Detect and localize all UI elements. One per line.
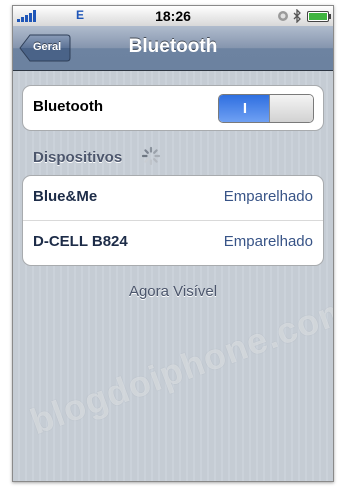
devices-list: Blue&Me Emparelhado D-CELL B824 Emparelh… (22, 175, 324, 266)
devices-section-title: Dispositivos (33, 149, 123, 166)
status-bar: E 18:26 (13, 6, 333, 27)
back-button[interactable]: Geral (19, 34, 71, 62)
bluetooth-label: Bluetooth (33, 98, 103, 115)
battery-icon (307, 11, 331, 22)
device-status: Emparelhado (223, 188, 313, 205)
device-status: Emparelhado (223, 233, 313, 250)
watermark-text: blogdoiphone.com (24, 287, 334, 443)
navigation-bar: Geral Bluetooth (13, 26, 333, 71)
device-name: D-CELL B824 (33, 233, 128, 250)
visibility-status: Agora Visível (128, 283, 218, 300)
switch-on-label: I (242, 100, 248, 117)
switch-knob[interactable] (269, 95, 313, 122)
settings-content: Bluetooth I Dispositivos Blue&Me Emparel… (13, 71, 333, 481)
bluetooth-switch[interactable]: I (218, 94, 314, 123)
back-button-label: Geral (33, 41, 62, 53)
iphone-screen: E 18:26 Geral Bluetooth Bluetooth I Disp… (12, 5, 334, 482)
switch-on-segment: I (219, 95, 271, 122)
bluetooth-toggle-row: Bluetooth I (23, 86, 323, 130)
bluetooth-toggle-group: Bluetooth I (22, 85, 324, 131)
activity-spinner-icon (141, 146, 161, 166)
device-row[interactable]: Blue&Me Emparelhado (23, 176, 323, 220)
bluetooth-icon (293, 9, 301, 23)
device-row[interactable]: D-CELL B824 Emparelhado (23, 220, 323, 265)
page-title: Bluetooth (128, 36, 218, 57)
device-name: Blue&Me (33, 188, 98, 205)
rotation-lock-icon (278, 11, 288, 21)
